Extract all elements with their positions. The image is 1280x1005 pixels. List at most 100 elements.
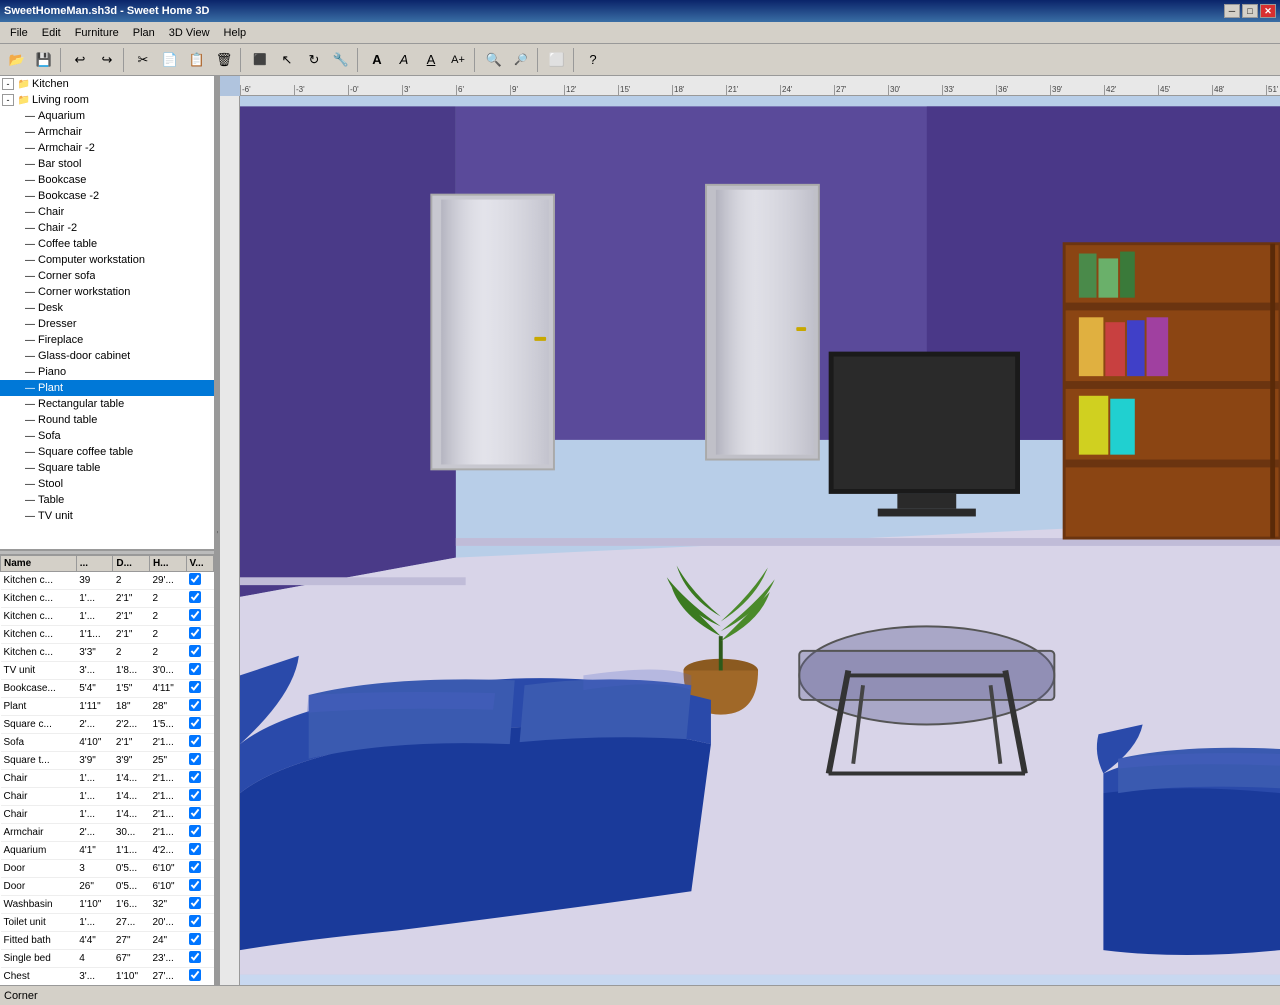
modify-button[interactable]: 🔧 [328, 47, 354, 73]
col-dots[interactable]: ... [76, 556, 113, 572]
visibility-checkbox[interactable] [189, 807, 201, 819]
table-row[interactable]: Sofa 4'10" 2'1" 2'1... [1, 734, 214, 752]
3d-scene[interactable] [240, 96, 1280, 985]
visibility-checkbox[interactable] [189, 789, 201, 801]
table-row[interactable]: TV unit 3'... 1'8... 3'0... [1, 662, 214, 680]
visibility-checkbox[interactable] [189, 843, 201, 855]
table-row[interactable]: Door 3 0'5... 6'10" [1, 860, 214, 878]
table-row[interactable]: Square t... 3'9" 3'9" 25" [1, 752, 214, 770]
zoom-out-button[interactable]: 🔎 [508, 47, 534, 73]
table-row[interactable]: Chair 1'... 1'4... 2'1... [1, 806, 214, 824]
text-a1-button[interactable]: A [364, 47, 390, 73]
visibility-checkbox[interactable] [189, 951, 201, 963]
table-row[interactable]: Kitchen c... 1'... 2'1" 2 [1, 590, 214, 608]
tree-item-square-coffee-table[interactable]: — Square coffee table [0, 444, 214, 460]
table-row[interactable]: Plant 1'11" 18" 28" [1, 698, 214, 716]
tree-item-bookcase-2[interactable]: — Bookcase -2 [0, 188, 214, 204]
paste-button[interactable]: 📋 [184, 47, 210, 73]
visibility-checkbox[interactable] [189, 969, 201, 981]
cell-visible[interactable] [186, 608, 213, 626]
cell-visible[interactable] [186, 644, 213, 662]
cell-visible[interactable] [186, 626, 213, 644]
col-d[interactable]: D... [113, 556, 150, 572]
text-a2-button[interactable]: A [391, 47, 417, 73]
cell-visible[interactable] [186, 932, 213, 950]
rotate-button[interactable]: ↻ [301, 47, 327, 73]
cell-visible[interactable] [186, 950, 213, 968]
delete-button[interactable]: 🗑 [211, 47, 237, 73]
table-row[interactable]: Square c... 2'... 2'2... 1'5... [1, 716, 214, 734]
table-row[interactable]: Fitted bath 4'4" 27" 24" [1, 932, 214, 950]
visibility-checkbox[interactable] [189, 609, 201, 621]
table-row[interactable]: Kitchen c... 1'1... 2'1" 2 [1, 626, 214, 644]
tree-item-kitchen[interactable]: - 📁 Kitchen [0, 76, 214, 92]
table-row[interactable]: Washbasin 1'10" 1'6... 32" [1, 896, 214, 914]
col-v[interactable]: V... [186, 556, 213, 572]
visibility-checkbox[interactable] [189, 825, 201, 837]
cell-visible[interactable] [186, 716, 213, 734]
tree-item-chair[interactable]: — Chair [0, 204, 214, 220]
tree-item-glass-door-cabinet[interactable]: — Glass-door cabinet [0, 348, 214, 364]
cell-visible[interactable] [186, 680, 213, 698]
tree-item-fireplace[interactable]: — Fireplace [0, 332, 214, 348]
cell-visible[interactable] [186, 788, 213, 806]
menu-edit[interactable]: Edit [36, 25, 67, 41]
visibility-checkbox[interactable] [189, 771, 201, 783]
col-h[interactable]: H... [149, 556, 186, 572]
open-button[interactable]: 📂 [4, 47, 30, 73]
furniture-table-area[interactable]: Name ... D... H... V... Kitchen c... 39 … [0, 555, 214, 985]
expand-living-room[interactable]: - [2, 94, 14, 106]
tree-item-piano[interactable]: — Piano [0, 364, 214, 380]
tree-item-aquarium[interactable]: — Aquarium [0, 108, 214, 124]
tree-item-tv-unit[interactable]: — TV unit [0, 508, 214, 524]
visibility-checkbox[interactable] [189, 627, 201, 639]
select-button[interactable]: ↖ [274, 47, 300, 73]
cell-visible[interactable] [186, 572, 213, 590]
visibility-checkbox[interactable] [189, 717, 201, 729]
table-row[interactable]: Door 26" 0'5... 6'10" [1, 878, 214, 896]
tree-item-corner-sofa[interactable]: — Corner sofa [0, 268, 214, 284]
table-row[interactable]: Chair 1'... 1'4... 2'1... [1, 788, 214, 806]
text-a3-button[interactable]: A [418, 47, 444, 73]
tree-item-computer-workstation[interactable]: — Computer workstation [0, 252, 214, 268]
tree-item-round-table[interactable]: — Round table [0, 412, 214, 428]
menu-3dview[interactable]: 3D View [163, 25, 216, 41]
table-row[interactable]: Aquarium 4'1" 1'1... 4'2... [1, 842, 214, 860]
visibility-checkbox[interactable] [189, 915, 201, 927]
minimize-button[interactable]: ─ [1224, 4, 1240, 18]
zoom-in-button[interactable]: 🔍 [481, 47, 507, 73]
visibility-checkbox[interactable] [189, 861, 201, 873]
cell-visible[interactable] [186, 878, 213, 896]
tree-item-coffee-table[interactable]: — Coffee table [0, 236, 214, 252]
expand-kitchen[interactable]: - [2, 78, 14, 90]
visibility-checkbox[interactable] [189, 735, 201, 747]
table-row[interactable]: Kitchen c... 3'3" 2 2 [1, 644, 214, 662]
redo-button[interactable]: ↪ [94, 47, 120, 73]
visibility-checkbox[interactable] [189, 663, 201, 675]
menu-furniture[interactable]: Furniture [69, 25, 125, 41]
furniture-tree[interactable]: - 📁 Kitchen - 📁 Living room — Aquarium —… [0, 76, 214, 550]
close-button[interactable]: ✕ [1260, 4, 1276, 18]
visibility-checkbox[interactable] [189, 681, 201, 693]
copy-button[interactable]: 📄 [157, 47, 183, 73]
tree-item-bookcase[interactable]: — Bookcase [0, 172, 214, 188]
maximize-button[interactable]: □ [1242, 4, 1258, 18]
col-name[interactable]: Name [1, 556, 77, 572]
tree-item-dresser[interactable]: — Dresser [0, 316, 214, 332]
undo-button[interactable]: ↩ [67, 47, 93, 73]
table-row[interactable]: Chair 1'... 1'4... 2'1... [1, 770, 214, 788]
help-button[interactable]: ? [580, 47, 606, 73]
menu-plan[interactable]: Plan [127, 25, 161, 41]
tree-item-corner-workstation[interactable]: — Corner workstation [0, 284, 214, 300]
cell-visible[interactable] [186, 824, 213, 842]
visibility-checkbox[interactable] [189, 699, 201, 711]
cell-visible[interactable] [186, 842, 213, 860]
table-row[interactable]: Armchair 2'... 30... 2'1... [1, 824, 214, 842]
cell-visible[interactable] [186, 914, 213, 932]
save-button[interactable]: 💾 [31, 47, 57, 73]
table-row[interactable]: Toilet unit 1'... 27... 20'... [1, 914, 214, 932]
tree-item-rectangular-table[interactable]: — Rectangular table [0, 396, 214, 412]
tree-item-armchair[interactable]: — Armchair [0, 124, 214, 140]
tree-item-stool[interactable]: — Stool [0, 476, 214, 492]
visibility-checkbox[interactable] [189, 645, 201, 657]
